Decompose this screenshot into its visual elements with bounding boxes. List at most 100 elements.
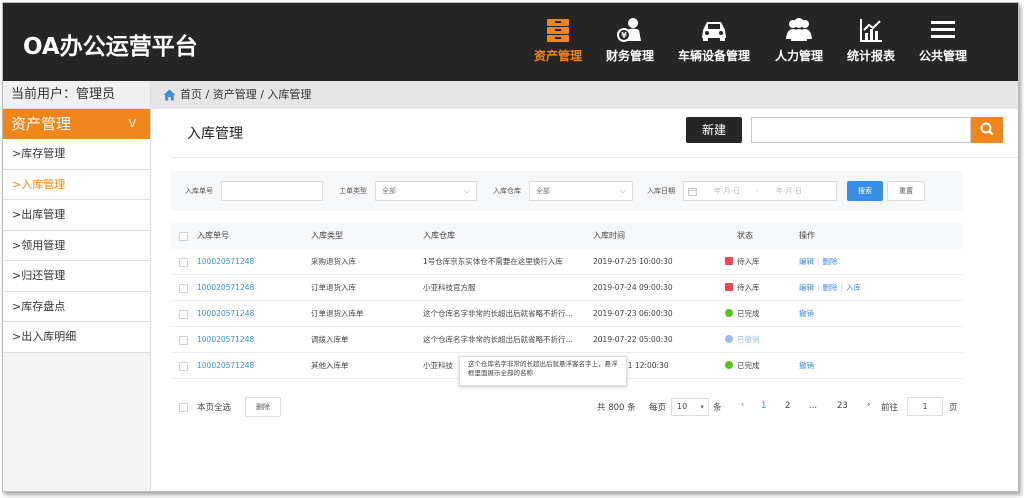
sidebar-item-outbound[interactable]: >出库管理 xyxy=(3,200,150,231)
next-page-icon[interactable]: › xyxy=(867,400,870,410)
sidebar-section-asset[interactable]: 资产管理 V xyxy=(3,109,150,139)
row-type: 调拨入库单 xyxy=(311,335,349,344)
breadcrumb: 首页 / 资产管理 / 入库管理 xyxy=(151,81,1018,109)
order-no-label: 入库单号 xyxy=(185,187,213,195)
row-warehouse: 小亚科技官方服 xyxy=(423,283,476,292)
main-content: 入库管理 新建 入库单号 工单类型 全部 ⌵ 入库仓库 全部 ⌵ 入库日期 年-… xyxy=(151,109,1018,491)
nav-public-management[interactable]: 公共管理 xyxy=(915,3,971,81)
top-navbar: OA办公运营平台 资产管理 ¥ 财务管理 车辆设备管理 人力管理 统计报表 公共… xyxy=(3,3,1018,81)
per-page-label: 每页 xyxy=(649,403,667,413)
delete-link[interactable]: 删除 xyxy=(823,283,838,292)
status-badge: 待入库 xyxy=(725,275,760,301)
sidebar-item-io-detail[interactable]: >出入库明细 xyxy=(3,322,150,353)
order-no-link[interactable]: 100020571248 xyxy=(197,275,254,301)
type-label: 工单类型 xyxy=(339,187,367,195)
select-page-checkbox[interactable] xyxy=(179,403,188,412)
warehouse-tooltip: 这个仓库名字非常的长超出后就悬浮客名字上，悬浮框里面展示全部的名称 xyxy=(459,356,627,386)
goto-label: 前往 xyxy=(881,403,899,413)
row-actions: 编辑 | 删除 xyxy=(799,257,838,266)
search-input[interactable] xyxy=(751,117,971,143)
current-user: 当前用户：管理员 xyxy=(3,81,150,109)
page-ellipsis[interactable]: ... xyxy=(809,401,817,411)
status-badge: 待入库 xyxy=(725,249,760,275)
app-window: OA办公运营平台 资产管理 ¥ 财务管理 车辆设备管理 人力管理 统计报表 公共… xyxy=(2,2,1019,492)
page-title: 入库管理 xyxy=(187,126,243,142)
row-warehouse: 这个仓库名字非常的长超出后就省略不折行… xyxy=(423,309,573,318)
order-no-link[interactable]: 100020571248 xyxy=(197,301,254,327)
order-no-link[interactable]: 100020571248 xyxy=(197,327,254,353)
revoke-link[interactable]: 撤销 xyxy=(799,309,814,318)
row-type: 其他入库单 xyxy=(311,361,349,370)
header-actions: 操作 xyxy=(799,231,815,240)
svg-text:¥: ¥ xyxy=(621,31,627,40)
order-no-input[interactable] xyxy=(221,181,323,201)
row-actions: 撤销 xyxy=(799,353,814,379)
sidebar-item-return[interactable]: >归还管理 xyxy=(3,261,150,292)
nav-hr-management[interactable]: 人力管理 xyxy=(771,3,827,81)
table-row: 100020571248 调拨入库单 这个仓库名字非常的长超出后就省略不折行… … xyxy=(171,327,963,353)
header-time: 入库时间 xyxy=(593,231,625,240)
asset-icon xyxy=(547,19,569,42)
calendar-icon xyxy=(688,188,697,196)
app-title: OA办公运营平台 xyxy=(23,34,198,60)
filter-bar: 入库单号 工单类型 全部 ⌵ 入库仓库 全部 ⌵ 入库日期 年-月-日 - 年-… xyxy=(171,171,963,211)
order-no-link[interactable]: 100020571248 xyxy=(197,353,254,379)
date-label: 入库日期 xyxy=(647,187,675,195)
row-type: 订单退货入库 xyxy=(311,283,356,292)
sidebar-item-inventory[interactable]: >库存管理 xyxy=(3,139,150,170)
status-badge: 已撤销 xyxy=(725,327,760,353)
row-warehouse: 这个仓库名字非常的长超出后就省略不折行… xyxy=(423,335,573,344)
page-2[interactable]: 2 xyxy=(785,401,790,411)
table-header: 入库单号 入库类型 入库仓库 入库时间 状态 操作 xyxy=(171,223,963,249)
new-button[interactable]: 新建 xyxy=(686,117,742,143)
nav-label: 财务管理 xyxy=(605,49,654,63)
per-page-select[interactable]: 10 ▾ xyxy=(671,398,709,416)
prev-page-icon[interactable]: ‹ xyxy=(741,400,744,410)
nav-finance-management[interactable]: ¥ 财务管理 xyxy=(603,3,657,81)
search-button[interactable] xyxy=(971,117,1003,143)
sidebar-item-requisition[interactable]: >领用管理 xyxy=(3,230,150,261)
edit-link[interactable]: 编辑 xyxy=(799,257,814,266)
order-no-link[interactable]: 100020571248 xyxy=(197,249,254,275)
page-23[interactable]: 23 xyxy=(837,401,848,411)
row-checkbox[interactable] xyxy=(179,284,188,293)
row-type: 采购退货入库 xyxy=(311,257,356,266)
sidebar-item-inbound[interactable]: >入库管理 xyxy=(3,169,150,200)
row-actions: 编辑 | 删除 | 入库 xyxy=(799,283,862,292)
finance-icon: ¥ xyxy=(617,18,641,42)
row-checkbox[interactable] xyxy=(179,362,188,371)
select-page-label: 本页全选 xyxy=(197,403,232,413)
edit-link[interactable]: 编辑 xyxy=(799,283,814,292)
row-checkbox[interactable] xyxy=(179,258,188,267)
chart-icon xyxy=(860,19,882,42)
row-checkbox[interactable] xyxy=(179,336,188,345)
chevron-down-icon: ⌵ xyxy=(619,186,626,195)
breadcrumb-text[interactable]: 首页 / 资产管理 / 入库管理 xyxy=(180,88,311,101)
row-checkbox[interactable] xyxy=(179,310,188,319)
home-icon[interactable] xyxy=(163,89,176,101)
type-select[interactable]: 全部 ⌵ xyxy=(375,181,477,201)
nav-label: 车辆设备管理 xyxy=(677,49,750,63)
sidebar-item-stocktake[interactable]: >库存盘点 xyxy=(3,291,150,322)
nav-vehicle-management[interactable]: 车辆设备管理 xyxy=(673,3,755,81)
date-range-picker[interactable]: 年-月-日 - 年-月-日 xyxy=(683,181,837,201)
filter-reset-button[interactable]: 重置 xyxy=(887,181,925,201)
status-badge: 已完成 xyxy=(725,353,760,379)
batch-delete-button[interactable]: 删除 xyxy=(245,397,281,417)
status-text: 已撤销 xyxy=(737,335,760,344)
revoke-link[interactable]: 撤销 xyxy=(799,361,814,370)
status-text: 待入库 xyxy=(737,257,760,266)
row-warehouse: 1号仓库京东实体仓不需要在这里换行入库 xyxy=(423,257,563,266)
nav-asset-management[interactable]: 资产管理 xyxy=(529,3,587,81)
goto-page-input[interactable]: 1 xyxy=(907,397,943,416)
stock-in-link[interactable]: 入库 xyxy=(846,283,861,292)
delete-link[interactable]: 删除 xyxy=(823,257,838,266)
nav-statistics-reports[interactable]: 统计报表 xyxy=(843,3,899,81)
nav-label: 人力管理 xyxy=(774,49,823,63)
type-select-value: 全部 xyxy=(382,187,396,195)
filter-search-button[interactable]: 搜索 xyxy=(847,181,883,201)
warehouse-select[interactable]: 全部 ⌵ xyxy=(529,181,633,201)
page-1[interactable]: 1 xyxy=(761,401,766,411)
select-all-checkbox[interactable] xyxy=(179,232,188,241)
search-icon xyxy=(980,122,994,136)
